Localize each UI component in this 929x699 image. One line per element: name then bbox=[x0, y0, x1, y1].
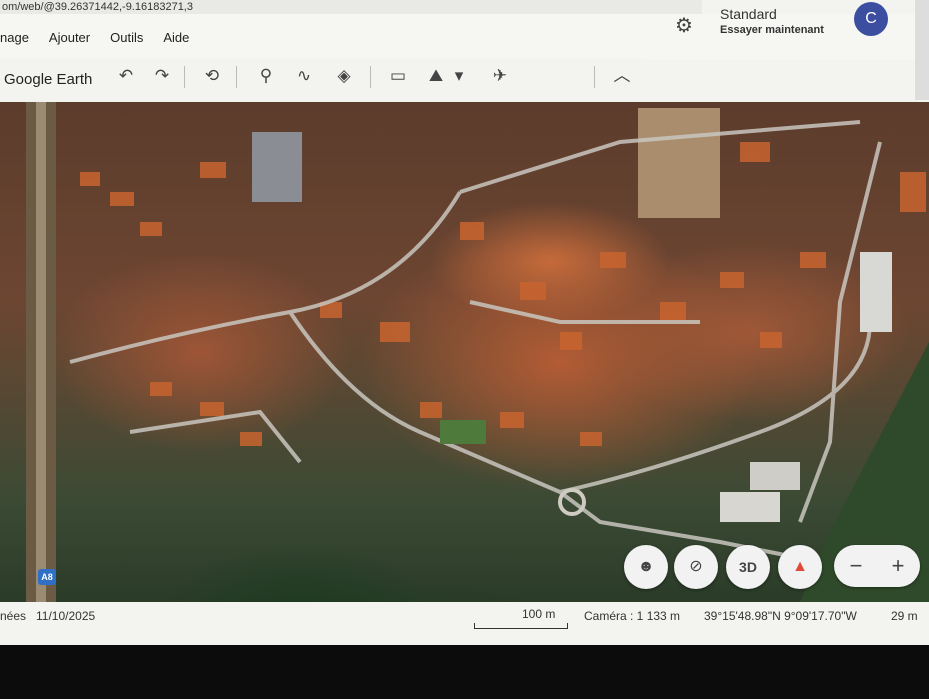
sports-field bbox=[638, 108, 720, 218]
toolbar-divider bbox=[594, 66, 595, 88]
zoom-control: − + bbox=[834, 545, 920, 587]
layers-icon[interactable]: ◈ bbox=[330, 62, 358, 90]
history-icon[interactable]: ⟲ bbox=[198, 62, 226, 90]
toolbar-divider bbox=[370, 66, 371, 88]
warehouse-roof bbox=[720, 492, 780, 522]
toolbar-divider bbox=[236, 66, 237, 88]
menu-item-page[interactable]: nage bbox=[0, 30, 29, 45]
placemark-icon[interactable]: ⚲ bbox=[252, 62, 280, 90]
camera-altitude: Caméra : 1 133 m bbox=[584, 609, 681, 623]
highway-lane bbox=[36, 102, 46, 602]
menu-bar: nage Ajouter Outils Aide bbox=[0, 14, 209, 60]
monitor-bezel bbox=[0, 645, 929, 699]
satellite-map[interactable]: A8 bbox=[0, 102, 929, 602]
redo-icon[interactable]: ↷ bbox=[148, 62, 176, 90]
gear-icon[interactable]: ⚙ bbox=[672, 14, 696, 38]
warehouse-roof bbox=[750, 462, 800, 490]
warehouse-roof bbox=[860, 252, 892, 332]
screen: om/web/@39.26371442,-9.16183271,3 nage A… bbox=[0, 0, 929, 645]
profile-subtitle[interactable]: Essayer maintenant bbox=[720, 24, 824, 36]
right-edge bbox=[915, 0, 929, 100]
elevation-icon[interactable]: ⛰ bbox=[422, 62, 450, 90]
elevation: 29 m bbox=[891, 609, 918, 623]
menu-item-tools[interactable]: Outils bbox=[110, 30, 143, 45]
url-bar[interactable]: om/web/@39.26371442,-9.16183271,3 bbox=[0, 0, 702, 14]
menu-item-add[interactable]: Ajouter bbox=[49, 30, 90, 45]
path-icon[interactable]: ∿ bbox=[290, 62, 318, 90]
zoom-in-button[interactable]: + bbox=[878, 545, 918, 587]
chevron-up-icon[interactable]: ︿ bbox=[608, 62, 636, 90]
building-roof bbox=[252, 132, 302, 202]
toolbar-divider bbox=[184, 66, 185, 88]
rooftops bbox=[80, 142, 926, 446]
compass-icon[interactable]: ▲ bbox=[778, 545, 822, 589]
pegman-icon[interactable]: ☻ bbox=[624, 545, 668, 589]
location-off-icon[interactable]: ⊘ bbox=[674, 545, 718, 589]
status-bar: nées 11/10/2025 100 m Caméra : 1 133 m 3… bbox=[0, 602, 929, 630]
3d-toggle-button[interactable]: 3D bbox=[726, 545, 770, 589]
chevron-down-icon[interactable]: ▾ bbox=[450, 62, 468, 90]
data-label[interactable]: nées bbox=[0, 609, 26, 623]
road-shield: A8 bbox=[38, 569, 56, 585]
menu-item-help[interactable]: Aide bbox=[163, 30, 189, 45]
green-field bbox=[440, 420, 486, 444]
avatar[interactable]: C bbox=[854, 2, 888, 36]
undo-icon[interactable]: ↶ bbox=[112, 62, 140, 90]
coordinates: 39°15'48.98"N 9°09'17.70"W bbox=[704, 609, 857, 623]
profile-mode[interactable]: Standard bbox=[720, 6, 777, 22]
ruler-icon[interactable]: ▭ bbox=[384, 62, 412, 90]
imagery-date: 11/10/2025 bbox=[36, 609, 96, 623]
zoom-out-button[interactable]: − bbox=[836, 545, 876, 587]
scale-bar bbox=[474, 623, 568, 629]
brand-label: Google Earth bbox=[4, 71, 93, 88]
map-imagery bbox=[26, 102, 929, 602]
satellite-icon[interactable]: ✈ bbox=[486, 62, 514, 90]
scale-label: 100 m bbox=[522, 607, 556, 621]
